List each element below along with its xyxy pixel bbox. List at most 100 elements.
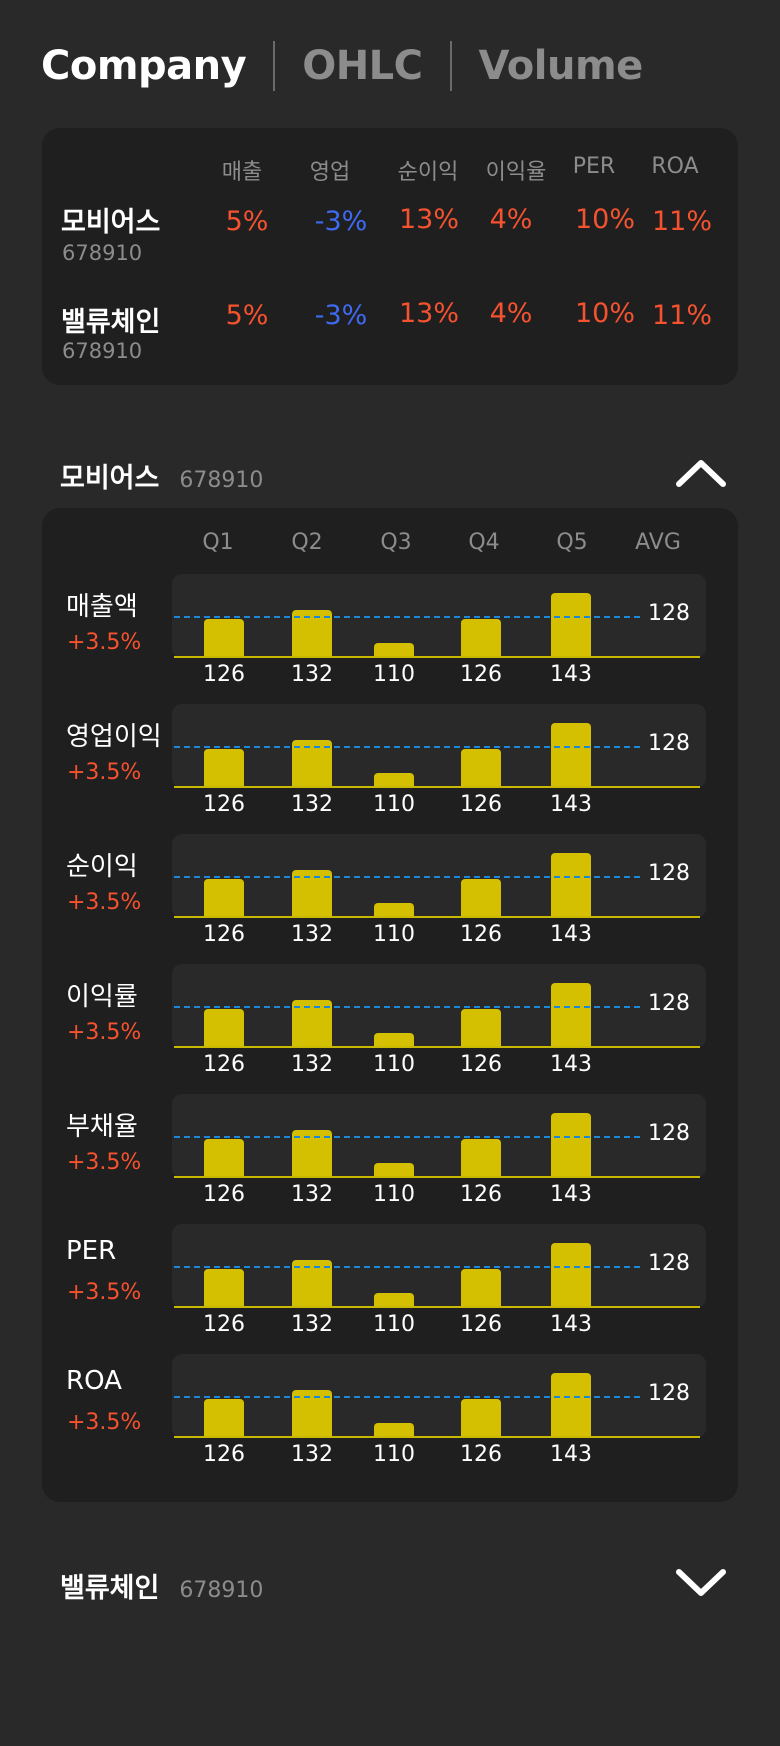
average-value: 128 bbox=[648, 1121, 690, 1146]
column-header: ROA bbox=[651, 154, 699, 179]
bar bbox=[551, 593, 591, 658]
bar bbox=[204, 1269, 244, 1308]
bar-value-label: 110 bbox=[373, 1312, 415, 1337]
metric-chart-card: Q1 Q2 Q3 Q4 Q5 AVG 매출액 +3.5% 128 126 132 110 1… bbox=[42, 508, 738, 1502]
chart-baseline bbox=[174, 656, 700, 658]
mini-bar-chart: 128 bbox=[172, 574, 706, 658]
section-title: 모비어스 bbox=[60, 463, 160, 494]
bar-value-label: 126 bbox=[203, 1442, 245, 1467]
summary-table: 매출 영업 순이익 이익율 PER ROA 모비어스 678910 5% -3%… bbox=[42, 128, 738, 385]
bar-value-label: 143 bbox=[550, 1182, 592, 1207]
metric-change: +3.5% bbox=[67, 1150, 142, 1175]
metric-label: 순이익 bbox=[66, 852, 138, 882]
tab-divider bbox=[449, 41, 452, 91]
average-line bbox=[174, 746, 640, 748]
metric-change: +3.5% bbox=[67, 1280, 142, 1305]
table-cell: -3% bbox=[314, 206, 368, 237]
metric-label: 이익률 bbox=[66, 982, 138, 1012]
bar bbox=[461, 749, 501, 788]
section-code: 678910 bbox=[179, 1578, 264, 1603]
tab-divider bbox=[273, 41, 276, 91]
bar bbox=[461, 1399, 501, 1438]
metric-label: 부채율 bbox=[66, 1112, 138, 1142]
chart-baseline bbox=[174, 1306, 700, 1308]
average-value: 128 bbox=[648, 1381, 690, 1406]
average-line bbox=[174, 616, 640, 618]
metric-label: PER bbox=[66, 1236, 117, 1266]
bar-value-label: 126 bbox=[460, 1182, 502, 1207]
tab-ohlc[interactable]: OHLC bbox=[302, 43, 423, 89]
bar-value-label: 126 bbox=[460, 792, 502, 817]
column-header: AVG bbox=[635, 530, 681, 555]
bar-value-label: 126 bbox=[460, 1312, 502, 1337]
bar bbox=[461, 1269, 501, 1308]
table-cell: -3% bbox=[314, 300, 368, 331]
bar bbox=[551, 1373, 591, 1438]
bar-value-label: 132 bbox=[291, 1312, 333, 1337]
average-value: 128 bbox=[648, 731, 690, 756]
column-header: Q3 bbox=[380, 530, 412, 555]
bar bbox=[204, 749, 244, 788]
metric-label: 매출액 bbox=[66, 592, 138, 622]
bar-value-label: 110 bbox=[373, 792, 415, 817]
bar-value-label: 110 bbox=[373, 922, 415, 947]
average-value: 128 bbox=[648, 601, 690, 626]
bar-value-label: 110 bbox=[373, 662, 415, 687]
table-cell: 11% bbox=[651, 206, 712, 237]
bar bbox=[461, 1139, 501, 1178]
chart-baseline bbox=[174, 916, 700, 918]
bar bbox=[204, 1399, 244, 1438]
section-header-mobius[interactable]: 모비어스 678910 bbox=[60, 456, 263, 495]
chart-baseline bbox=[174, 1436, 700, 1438]
column-header: 순이익 bbox=[397, 160, 459, 185]
metric-change: +3.5% bbox=[67, 1410, 142, 1435]
chart-baseline bbox=[174, 786, 700, 788]
company-name[interactable]: 밸류체인 bbox=[61, 300, 160, 339]
tab-bar: Company OHLC Volume bbox=[41, 38, 643, 94]
section-header-valuechain[interactable]: 밸류체인 678910 bbox=[60, 1566, 263, 1605]
bar-value-label: 132 bbox=[291, 1052, 333, 1077]
table-cell: 11% bbox=[651, 300, 712, 331]
column-header: 영업 bbox=[309, 160, 351, 185]
bar-value-label: 110 bbox=[373, 1442, 415, 1467]
tab-company[interactable]: Company bbox=[41, 43, 247, 89]
chart-baseline bbox=[174, 1176, 700, 1178]
bar-value-label: 110 bbox=[373, 1052, 415, 1077]
bar-value-label: 126 bbox=[460, 1052, 502, 1077]
average-line bbox=[174, 1396, 640, 1398]
chevron-up-icon[interactable] bbox=[675, 458, 727, 488]
table-cell: 4% bbox=[489, 204, 533, 235]
bar-value-label: 126 bbox=[203, 1052, 245, 1077]
chart-baseline bbox=[174, 1046, 700, 1048]
bar-value-label: 126 bbox=[203, 662, 245, 687]
bar-value-label: 132 bbox=[291, 662, 333, 687]
metric-label: ROA bbox=[66, 1366, 122, 1396]
bar-value-label: 143 bbox=[550, 792, 592, 817]
mini-bar-chart: 128 bbox=[172, 704, 706, 788]
bar bbox=[461, 619, 501, 658]
bar-value-label: 126 bbox=[460, 1442, 502, 1467]
bar bbox=[551, 723, 591, 788]
metric-change: +3.5% bbox=[67, 630, 142, 655]
bar-value-label: 132 bbox=[291, 922, 333, 947]
bar bbox=[204, 1139, 244, 1178]
tab-volume[interactable]: Volume bbox=[479, 43, 644, 89]
average-line bbox=[174, 1006, 640, 1008]
bar-value-label: 126 bbox=[203, 1312, 245, 1337]
company-name[interactable]: 모비어스 bbox=[61, 200, 160, 239]
average-line bbox=[174, 1266, 640, 1268]
mini-bar-chart: 128 bbox=[172, 1094, 706, 1178]
bar-value-label: 132 bbox=[291, 792, 333, 817]
bar bbox=[551, 853, 591, 918]
bar bbox=[551, 983, 591, 1048]
bar-value-label: 126 bbox=[203, 792, 245, 817]
average-line bbox=[174, 876, 640, 878]
metric-label: 영업이익 bbox=[66, 722, 162, 752]
average-value: 128 bbox=[648, 991, 690, 1016]
mini-bar-chart: 128 bbox=[172, 834, 706, 918]
column-header: Q5 bbox=[556, 530, 588, 555]
column-header: 이익율 bbox=[485, 160, 547, 185]
column-header: 매출 bbox=[221, 160, 263, 185]
chevron-down-icon[interactable] bbox=[675, 1568, 727, 1598]
average-line bbox=[174, 1136, 640, 1138]
